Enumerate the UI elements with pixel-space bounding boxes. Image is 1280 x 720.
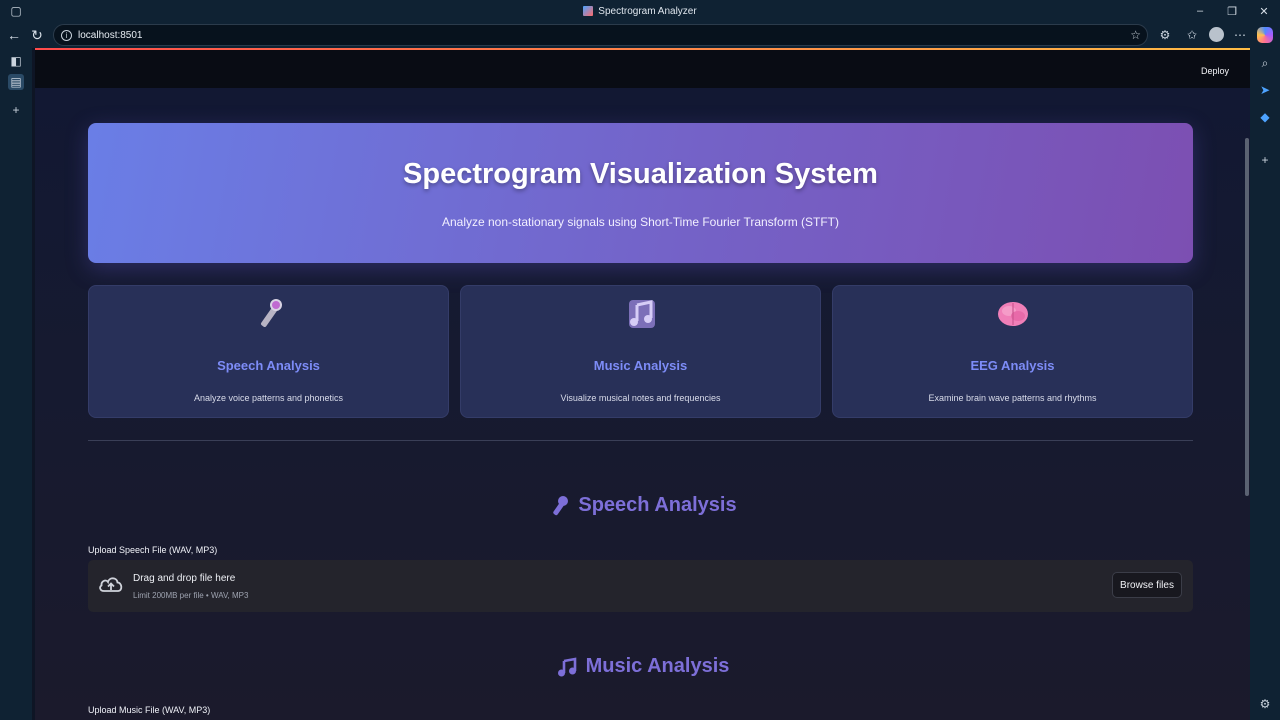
address-bar[interactable]: i localhost:8501 ☆ — [53, 24, 1148, 46]
scrollbar[interactable] — [1245, 138, 1249, 496]
vertical-tabs-rail: ◧ ▤ + — [0, 48, 32, 720]
browser-sidebar: ⌕ ➤ ◆ + ⚙ — [1250, 48, 1280, 720]
settings-gear-icon[interactable]: ⚙ — [1257, 696, 1273, 712]
music-upload-label: Upload Music File (WAV, MP3) — [88, 705, 211, 715]
favicon-icon — [583, 6, 594, 16]
close-icon[interactable]: ✕ — [1248, 0, 1280, 22]
active-tab-icon[interactable]: ▤ — [8, 74, 24, 90]
back-arrow-icon[interactable]: ← — [6, 27, 22, 43]
favorites-icon[interactable]: ✩ — [1184, 27, 1200, 43]
deploy-button[interactable]: Deploy — [1201, 66, 1229, 76]
send-icon[interactable]: ➤ — [1257, 82, 1273, 98]
refresh-icon[interactable]: ↻ — [29, 27, 45, 43]
extensions-icon[interactable]: ⚙ — [1157, 27, 1173, 43]
search-icon[interactable]: ⌕ — [1257, 55, 1273, 71]
page-subtitle: Analyze non-stationary signals using Sho… — [441, 215, 840, 229]
window-title-text: Spectrogram Analyzer — [598, 5, 697, 17]
card-title: Speech Analysis — [217, 358, 320, 373]
speech-upload-label: Upload Speech File (WAV, MP3) — [88, 545, 218, 555]
microphone-icon — [553, 495, 569, 515]
card-title: EEG Analysis — [970, 358, 1055, 373]
browser-titlebar: ▢ Spectrogram Analyzer – ❐ ✕ — [0, 0, 1280, 22]
card-title: Music Analysis — [593, 358, 688, 373]
favorite-star-icon[interactable]: ☆ — [1130, 28, 1141, 42]
brain-icon — [833, 296, 1192, 332]
card-description: Visualize musical notes and frequencies — [560, 393, 721, 403]
microphone-icon — [89, 296, 448, 332]
site-info-icon[interactable]: i — [61, 29, 72, 41]
add-sidebar-app-icon[interactable]: + — [1257, 152, 1273, 168]
browse-files-button[interactable]: Browse files — [1112, 572, 1182, 598]
card-description: Examine brain wave patterns and rhythms — [928, 393, 1097, 403]
speech-section-heading: Speech Analysis — [35, 494, 1250, 517]
feature-card-music: Music Analysis Visualize musical notes a… — [460, 285, 821, 418]
new-tab-icon[interactable]: + — [8, 102, 24, 118]
copilot-icon[interactable] — [1257, 27, 1273, 43]
feature-card-eeg: EEG Analysis Examine brain wave patterns… — [832, 285, 1193, 418]
url-text[interactable]: localhost:8501 — [78, 30, 143, 41]
hero-banner: Spectrogram Visualization System Analyze… — [88, 123, 1193, 263]
music-note-icon — [557, 656, 576, 676]
minimize-icon[interactable]: – — [1184, 0, 1216, 22]
tag-icon[interactable]: ◆ — [1257, 109, 1273, 125]
window-controls: – ❐ ✕ — [1184, 0, 1280, 22]
app-viewport: Deploy Spectrogram Visualization System … — [35, 48, 1250, 720]
music-section-title: Music Analysis — [585, 655, 730, 677]
more-options-icon[interactable]: ⋯ — [1232, 27, 1248, 43]
dropzone-instruction: Drag and drop file here — [133, 573, 236, 584]
dropzone-limit: Limit 200MB per file • WAV, MP3 — [133, 591, 249, 600]
upload-cloud-icon — [99, 577, 123, 592]
music-section-heading: Music Analysis — [35, 655, 1250, 678]
music-note-icon — [461, 296, 820, 332]
address-row: ← ↻ i localhost:8501 ☆ — [0, 22, 1280, 48]
feature-card-speech: Speech Analysis Analyze voice patterns a… — [88, 285, 449, 418]
app-header: Deploy — [35, 50, 1250, 88]
speech-file-dropzone[interactable]: Drag and drop file here Limit 200MB per … — [88, 560, 1193, 612]
card-description: Analyze voice patterns and phonetics — [193, 393, 344, 403]
tab-actions-icon[interactable]: ◧ — [8, 53, 24, 69]
window-title: Spectrogram Analyzer — [0, 0, 1280, 22]
page-title: Spectrogram Visualization System — [403, 158, 878, 190]
speech-section-title: Speech Analysis — [578, 494, 737, 516]
restore-icon[interactable]: ❐ — [1216, 0, 1248, 22]
profile-avatar[interactable] — [1209, 27, 1224, 42]
section-divider — [88, 440, 1193, 441]
